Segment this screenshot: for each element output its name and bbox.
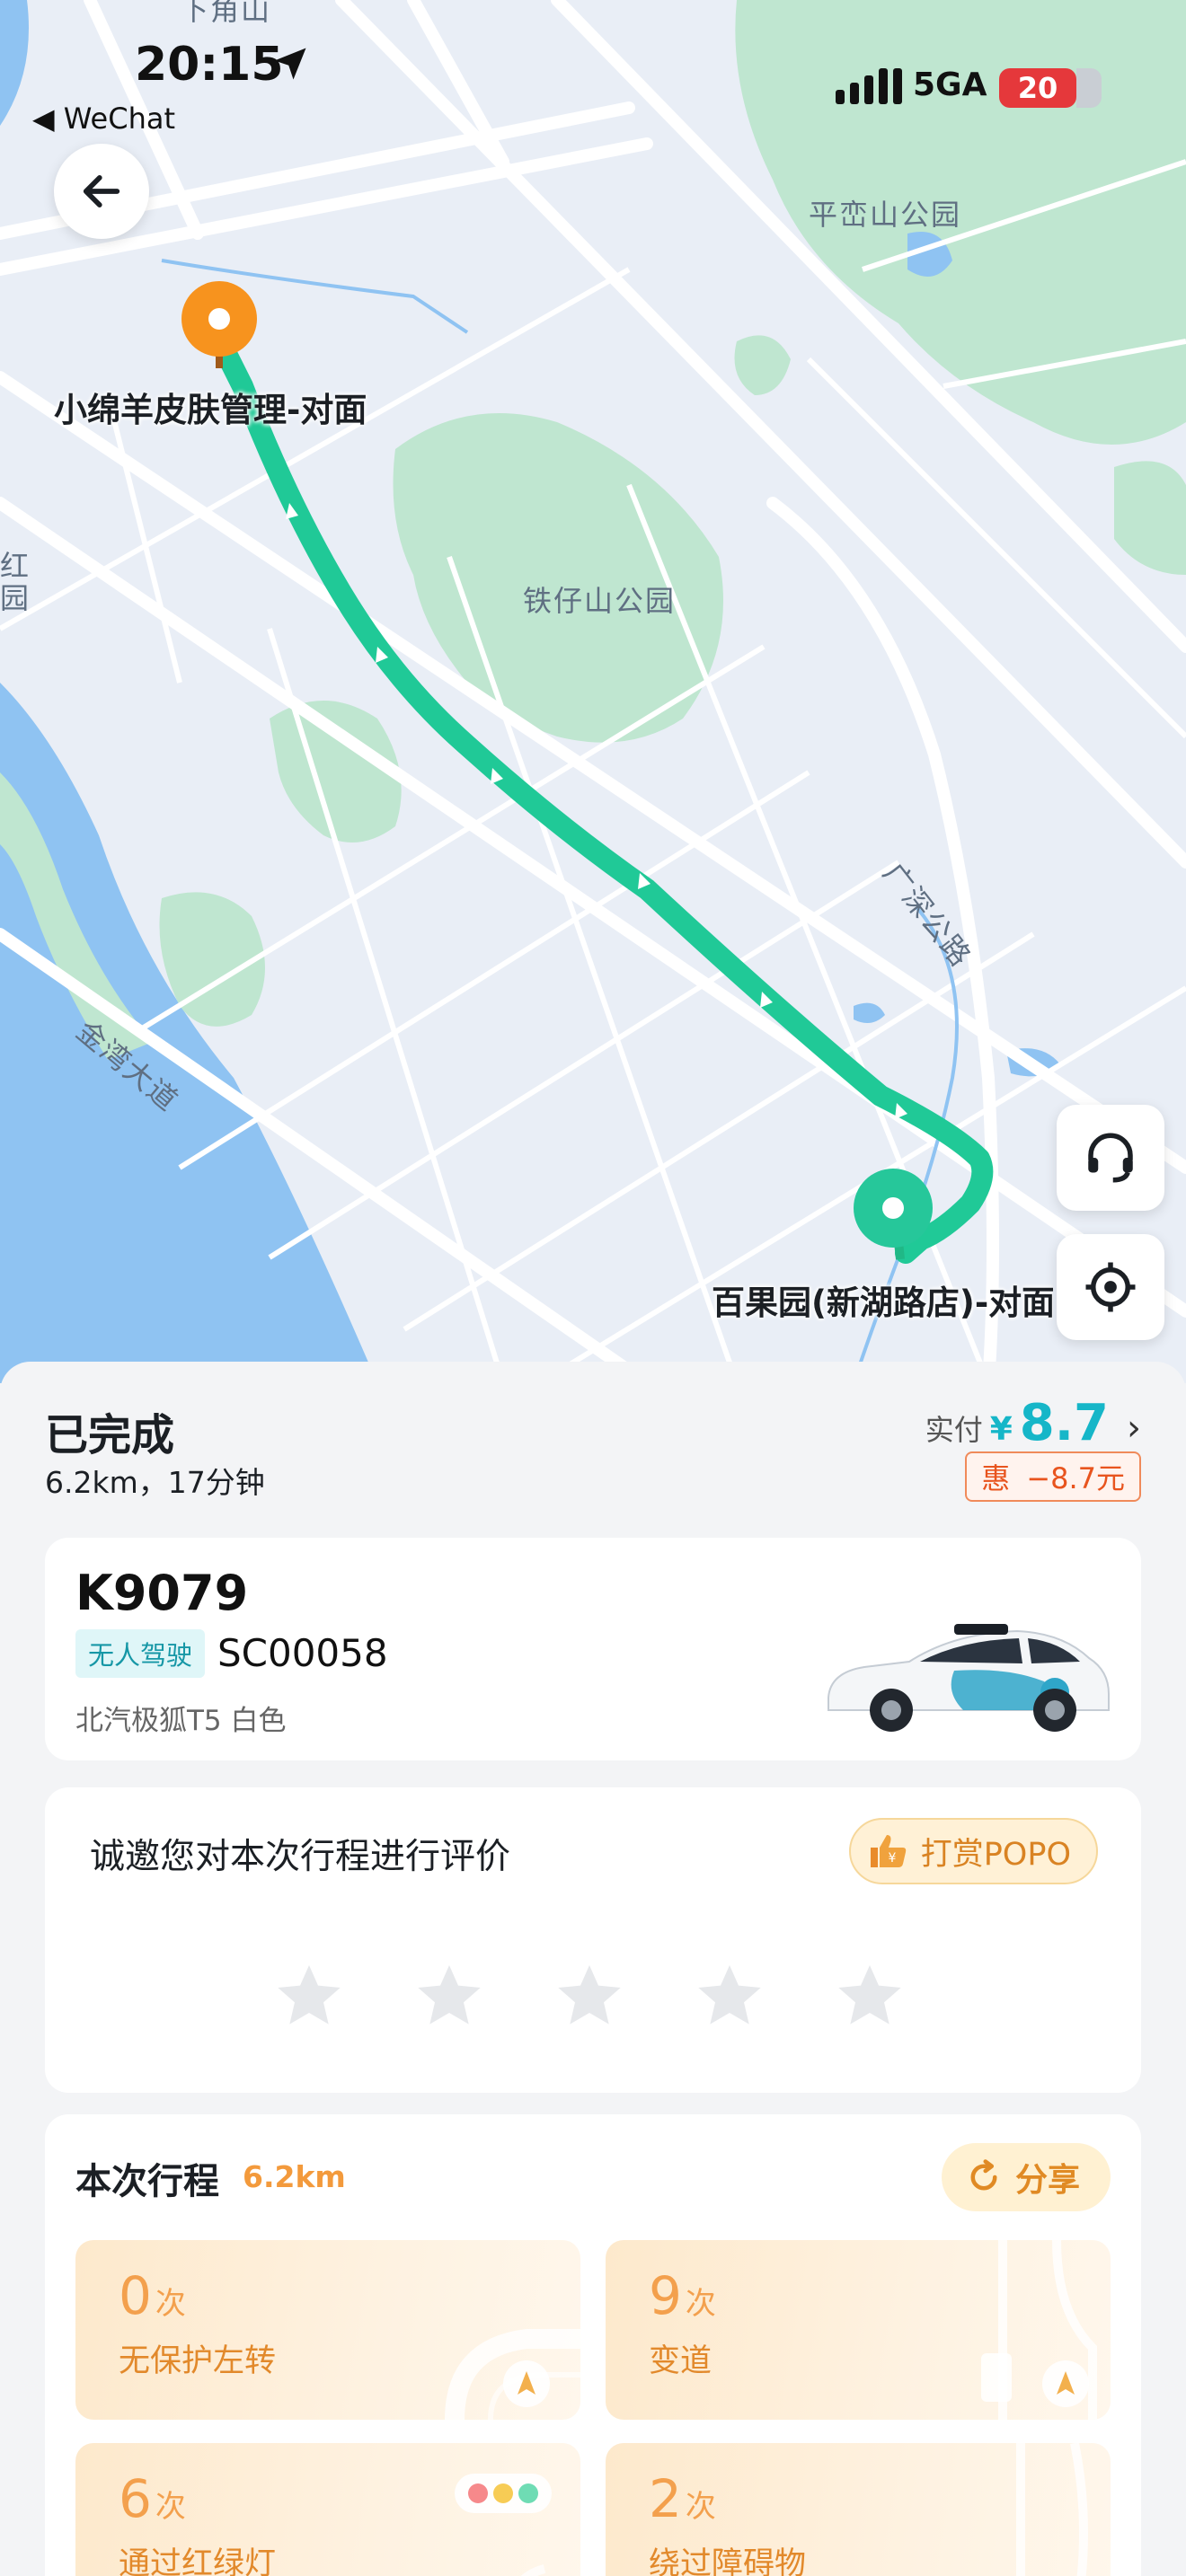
vehicle-plate: K9079 bbox=[75, 1565, 249, 1621]
stat-label: 无保护左转 bbox=[119, 2343, 277, 2379]
share-refresh-icon bbox=[970, 2159, 997, 2191]
share-button[interactable]: 分享 bbox=[941, 2143, 1111, 2211]
star-icon[interactable] bbox=[553, 1960, 625, 2032]
trip-meta: 6.2km，17分钟 bbox=[45, 1465, 265, 1500]
stat-count: 0次 bbox=[119, 2265, 186, 2326]
star-icon[interactable] bbox=[413, 1960, 485, 2032]
stat-label: 绕过障碍物 bbox=[649, 2546, 807, 2576]
map-view[interactable]: 下角山 平峦山公园 铁仔山公园 广深公路 金湾大道 红 园 小绵羊皮肤管理-对面… bbox=[0, 0, 1186, 1383]
signal-icon bbox=[836, 68, 902, 104]
discount-badge: 惠 −8.7元 bbox=[965, 1451, 1141, 1502]
network-label: 5GA bbox=[913, 66, 987, 103]
paid-currency: ¥ bbox=[989, 1411, 1013, 1448]
obstacle-road-icon bbox=[1016, 2443, 1088, 2576]
trip-status-title: 已完成 bbox=[45, 1410, 175, 1460]
discount-label: 惠 bbox=[981, 1461, 1011, 1495]
stat-tile-lane-change: 9次 变道 bbox=[606, 2240, 1111, 2420]
left-turn-road-icon bbox=[445, 2329, 580, 2420]
locate-me-button[interactable] bbox=[1057, 1234, 1164, 1340]
crosshair-icon bbox=[1085, 1262, 1136, 1312]
map-label-top: 下角山 bbox=[180, 0, 272, 27]
tip-label: 打赏POPO bbox=[920, 1836, 1071, 1873]
back-to-wechat-link[interactable]: ◀ WeChat bbox=[32, 101, 175, 136]
paid-amount-link[interactable]: 实付 ¥ 8.7 › bbox=[925, 1394, 1141, 1452]
status-time: 20:15 bbox=[135, 38, 284, 92]
traffic-light-icon bbox=[455, 2474, 552, 2576]
stat-label: 通过红绿灯 bbox=[119, 2546, 277, 2576]
vehicle-model: 北汽极狐T5 白色 bbox=[75, 1705, 287, 1737]
battery-indicator: 20 bbox=[999, 68, 1102, 108]
chevron-right-icon: › bbox=[1127, 1407, 1141, 1449]
trip-stats-title: 本次行程 bbox=[75, 2161, 219, 2202]
share-label: 分享 bbox=[1014, 2162, 1080, 2199]
arrow-left-icon bbox=[83, 175, 120, 207]
star-icon[interactable] bbox=[834, 1960, 906, 2032]
stat-tile-unprotected-left-turn: 0次 无保护左转 bbox=[75, 2240, 580, 2420]
paid-label: 实付 bbox=[925, 1413, 983, 1447]
trip-detail-sheet: 已完成 6.2km，17分钟 实付 ¥ 8.7 › 惠 −8.7元 K9079 … bbox=[0, 1362, 1186, 2576]
back-button[interactable] bbox=[54, 144, 149, 239]
rating-prompt: 诚邀您对本次行程进行评价 bbox=[90, 1837, 511, 1877]
rating-card: 诚邀您对本次行程进行评价 ¥ 打赏POPO bbox=[45, 1787, 1141, 2093]
star-icon[interactable] bbox=[273, 1960, 345, 2032]
map-canvas bbox=[0, 0, 1186, 1383]
lane-change-road-icon bbox=[981, 2240, 1097, 2420]
stat-label: 变道 bbox=[649, 2343, 712, 2379]
stat-count: 6次 bbox=[119, 2468, 186, 2529]
tip-driver-button[interactable]: ¥ 打赏POPO bbox=[848, 1818, 1098, 1884]
discount-value: −8.7元 bbox=[1026, 1461, 1125, 1495]
stat-count: 2次 bbox=[649, 2468, 716, 2529]
destination-label: 百果园(新湖路店)-对面 bbox=[712, 1284, 1053, 1322]
rating-stars[interactable] bbox=[273, 1960, 906, 2032]
car-image bbox=[828, 1624, 1110, 1732]
vehicle-card: K9079 无人驾驶 SC00058 北汽极狐T5 白色 bbox=[45, 1538, 1141, 1760]
autonomous-tag: 无人驾驶 bbox=[75, 1629, 206, 1678]
origin-pin-icon bbox=[181, 281, 257, 368]
headset-icon bbox=[1088, 1133, 1133, 1183]
star-icon[interactable] bbox=[694, 1960, 766, 2032]
map-label-edge-left: 红 园 bbox=[0, 549, 31, 615]
trip-stats-distance: 6.2km bbox=[243, 2159, 346, 2194]
customer-service-button[interactable] bbox=[1057, 1105, 1164, 1211]
svg-text:¥: ¥ bbox=[888, 1851, 896, 1866]
trip-stats-card: 本次行程 6.2km 分享 0次 无保护左转 9次 变道 6 次 通过红绿灯 2… bbox=[45, 2114, 1141, 2576]
vehicle-code: SC00058 bbox=[217, 1631, 388, 1675]
paid-amount: 8.7 bbox=[1019, 1394, 1109, 1452]
map-label-park-1: 平峦山公园 bbox=[809, 198, 962, 232]
location-arrow-icon bbox=[274, 48, 306, 80]
stat-tile-obstacle-avoidance: 2次 绕过障碍物 bbox=[606, 2443, 1111, 2576]
stat-count: 9次 bbox=[649, 2265, 716, 2326]
thumbs-up-icon: ¥ bbox=[870, 1835, 906, 1867]
stat-tile-traffic-lights: 6次 通过红绿灯 bbox=[75, 2443, 580, 2576]
origin-label: 小绵羊皮肤管理-对面 bbox=[54, 391, 367, 429]
map-label-park-2: 铁仔山公园 bbox=[523, 584, 677, 618]
